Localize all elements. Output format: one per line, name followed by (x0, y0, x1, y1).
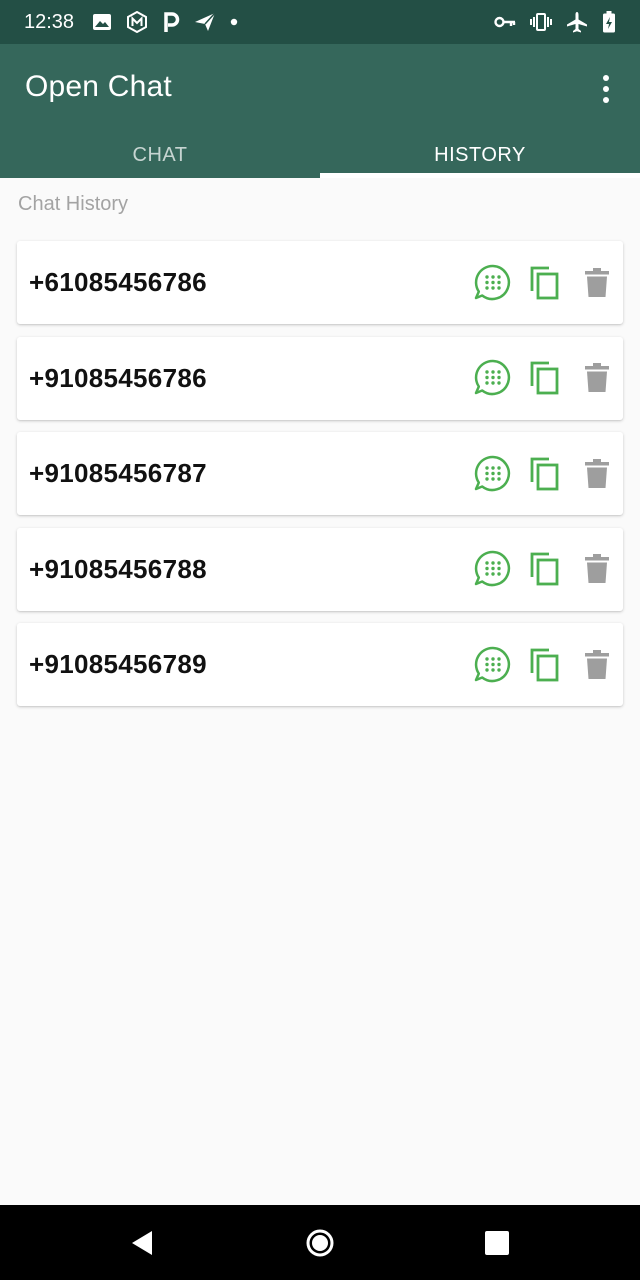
tab-history[interactable]: HISTORY (320, 132, 640, 178)
vibrate-icon (530, 12, 552, 32)
row-actions (467, 448, 623, 500)
m-badge-icon (126, 11, 148, 33)
list-item[interactable]: +61085456786 (17, 241, 623, 324)
whatsapp-chat-icon[interactable] (467, 352, 519, 404)
p-icon (162, 11, 180, 33)
image-icon (92, 12, 112, 32)
list-item[interactable]: +91085456788 (17, 527, 623, 611)
status-bar: 12:38 (0, 0, 640, 44)
list-item[interactable]: +91085456787 (17, 432, 623, 515)
copy-icon[interactable] (519, 257, 571, 309)
app-title: Open Chat (25, 70, 172, 103)
back-icon[interactable] (130, 1229, 154, 1262)
delete-icon[interactable] (571, 448, 623, 500)
airplane-icon (566, 11, 588, 33)
system-icons (494, 11, 616, 33)
copy-icon[interactable] (519, 352, 571, 404)
recents-icon[interactable] (485, 1231, 509, 1255)
phone-number[interactable]: +61085456786 (29, 267, 207, 298)
tab-chat[interactable]: CHAT (0, 132, 320, 178)
dot-icon (230, 18, 238, 26)
copy-icon[interactable] (519, 543, 571, 595)
battery-charging-icon (602, 11, 616, 33)
delete-icon[interactable] (571, 352, 623, 404)
vpn-key-icon (494, 15, 516, 29)
tab-bar: CHAT HISTORY (0, 132, 640, 178)
whatsapp-chat-icon[interactable] (467, 639, 519, 691)
navigation-bar (0, 1205, 640, 1280)
row-actions (467, 543, 623, 595)
list-item[interactable]: +91085456786 (17, 336, 623, 420)
send-icon (194, 12, 216, 32)
list-item[interactable]: +91085456789 (17, 623, 623, 706)
row-actions (467, 352, 623, 404)
phone-number[interactable]: +91085456787 (29, 458, 207, 489)
phone-number[interactable]: +91085456789 (29, 649, 207, 680)
copy-icon[interactable] (519, 639, 571, 691)
whatsapp-chat-icon[interactable] (467, 257, 519, 309)
whatsapp-chat-icon[interactable] (467, 448, 519, 500)
notification-icons (92, 11, 238, 33)
copy-icon[interactable] (519, 448, 571, 500)
whatsapp-chat-icon[interactable] (467, 543, 519, 595)
more-options-icon[interactable] (594, 72, 618, 106)
phone-number[interactable]: +91085456788 (29, 554, 207, 585)
row-actions (467, 257, 623, 309)
phone-number[interactable]: +91085456786 (29, 363, 207, 394)
history-list: +61085456786 +91085456786 +91085456787 +… (17, 241, 623, 719)
app-bar: Open Chat CHAT HISTORY (0, 44, 640, 178)
delete-icon[interactable] (571, 639, 623, 691)
status-time: 12:38 (24, 10, 75, 33)
home-icon[interactable] (306, 1229, 334, 1262)
delete-icon[interactable] (571, 257, 623, 309)
delete-icon[interactable] (571, 543, 623, 595)
row-actions (467, 639, 623, 691)
section-title: Chat History (18, 193, 129, 215)
